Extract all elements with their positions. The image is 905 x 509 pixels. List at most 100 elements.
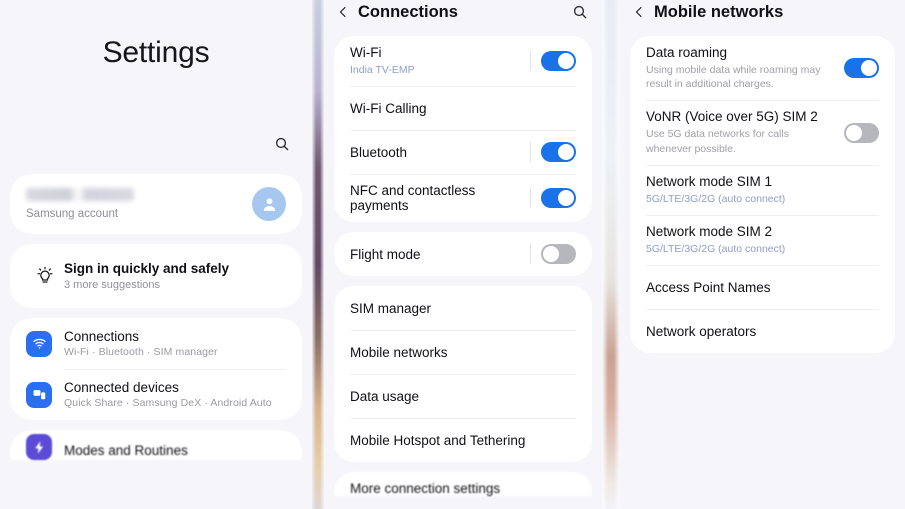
- settings-search-row: [0, 114, 312, 174]
- flight-mode-text: Flight mode: [350, 247, 530, 262]
- list-item-network-operators[interactable]: Network operators: [646, 309, 879, 353]
- list-item-data-usage[interactable]: Data usage: [350, 374, 576, 418]
- list-item-access-point-names[interactable]: Access Point Names: [646, 265, 879, 309]
- vonr-toggle-wrap: [844, 122, 879, 143]
- toggle-knob: [846, 124, 862, 141]
- network-mode-sim1-text: Network mode SIM 1 5G/LTE/3G/2G (auto co…: [646, 174, 879, 206]
- list-item-bluetooth[interactable]: Bluetooth: [350, 130, 576, 174]
- network-operators-text: Network operators: [646, 324, 879, 339]
- list-item-title: Network operators: [646, 323, 757, 339]
- list-item-title: Bluetooth: [350, 144, 408, 160]
- list-item-title: Network mode SIM 2: [646, 223, 773, 239]
- connections-group-1: Wi-Fi India TV-EMP Wi-Fi Calling Bluetoo: [334, 36, 592, 223]
- flight-mode-toggle[interactable]: [541, 244, 576, 265]
- bluetooth-toggle-wrap: [530, 142, 576, 163]
- connections-group-3: SIM manager Mobile networks Data usage M…: [334, 286, 592, 463]
- list-item-sim-manager[interactable]: SIM manager: [350, 286, 576, 330]
- menu-title: Connections: [64, 329, 140, 344]
- list-item-title: NFC and contactless payments: [350, 183, 476, 214]
- account-row[interactable]: Samsung account: [26, 174, 286, 234]
- sidebar-item-modes-and-routines[interactable]: Modes and Routines: [26, 430, 286, 460]
- list-item-subtitle: 5G/LTE/3G/2G (auto connect): [646, 192, 786, 205]
- list-item-nfc[interactable]: NFC and contactless payments: [350, 174, 576, 222]
- page-title: Settings: [102, 36, 210, 69]
- suggestion-card[interactable]: Sign in quickly and safely 3 more sugges…: [10, 244, 302, 308]
- menu-subtitle: Quick Share · Samsung DeX · Android Auto: [64, 397, 272, 409]
- sim-manager-text: SIM manager: [350, 301, 576, 316]
- apn-text: Access Point Names: [646, 280, 879, 295]
- list-item-mobile-networks[interactable]: Mobile networks: [350, 330, 576, 374]
- nfc-toggle-wrap: [530, 188, 576, 209]
- list-item-flight-mode[interactable]: Flight mode: [350, 232, 576, 276]
- list-item-subtitle: 5G/LTE/3G/2G (auto connect): [646, 242, 786, 255]
- nfc-toggle[interactable]: [541, 188, 576, 209]
- avatar[interactable]: [252, 187, 286, 221]
- list-item-subtitle: Using mobile data while roaming may resu…: [646, 64, 821, 91]
- wifi-toggle[interactable]: [541, 51, 576, 72]
- data-roaming-text: Data roaming Using mobile data while roa…: [646, 45, 844, 91]
- mobile-networks-header: Mobile networks: [620, 0, 905, 24]
- sidebar-item-connected-devices[interactable]: Connected devices Quick Share · Samsung …: [26, 369, 286, 420]
- samsung-account-card[interactable]: Samsung account: [10, 174, 302, 234]
- more-connection-settings-text: More connection settings: [350, 481, 576, 496]
- vonr-toggle[interactable]: [844, 122, 879, 143]
- list-item-title: Access Point Names: [646, 279, 771, 295]
- toggle-divider: [530, 244, 531, 265]
- list-item-title: More connection settings: [350, 481, 501, 497]
- connections-group-2: Flight mode: [334, 232, 592, 277]
- menu-title: Modes and Routines: [64, 443, 188, 458]
- toggle-knob: [558, 144, 574, 161]
- account-text: Samsung account: [26, 188, 252, 220]
- mobile-networks-panel: Mobile networks Data roaming Using mobil…: [620, 0, 905, 509]
- wifi-toggle-wrap: [530, 51, 576, 72]
- connections-text: Connections Wi-Fi · Bluetooth · SIM mana…: [64, 329, 218, 358]
- list-item-subtitle: India TV-EMP: [350, 64, 415, 76]
- chevron-left-icon[interactable]: [628, 1, 650, 23]
- list-item-wifi[interactable]: Wi-Fi India TV-EMP: [350, 36, 576, 86]
- data-usage-text: Data usage: [350, 389, 576, 404]
- menu-title: Connected devices: [64, 380, 179, 395]
- list-item-title: Flight mode: [350, 246, 421, 262]
- list-item-network-mode-sim2[interactable]: Network mode SIM 2 5G/LTE/3G/2G (auto co…: [646, 214, 879, 265]
- chevron-left-icon[interactable]: [332, 1, 354, 23]
- toggle-divider: [530, 51, 531, 72]
- bluetooth-toggle[interactable]: [541, 142, 576, 163]
- list-item-title: Network mode SIM 1: [646, 173, 773, 189]
- list-item-mobile-hotspot[interactable]: Mobile Hotspot and Tethering: [350, 418, 576, 462]
- list-item-more-connection-settings[interactable]: More connection settings: [350, 472, 576, 496]
- account-name-redacted: [26, 188, 134, 201]
- person-icon: [263, 197, 275, 211]
- list-item-network-mode-sim1[interactable]: Network mode SIM 1 5G/LTE/3G/2G (auto co…: [646, 164, 879, 215]
- list-item-title: Mobile networks: [350, 344, 448, 360]
- lightbulb-icon: [26, 266, 64, 286]
- toggle-knob: [558, 53, 574, 70]
- suggestion-row[interactable]: Sign in quickly and safely 3 more sugges…: [26, 244, 286, 308]
- mobile-networks-text: Mobile networks: [350, 345, 576, 360]
- connections-title: Connections: [358, 2, 458, 21]
- list-item-vonr-sim2[interactable]: VoNR (Voice over 5G) SIM 2 Use 5G data n…: [646, 100, 879, 164]
- mobile-networks-title: Mobile networks: [654, 2, 784, 21]
- list-item-data-roaming[interactable]: Data roaming Using mobile data while roa…: [646, 36, 879, 100]
- list-item-title: VoNR (Voice over 5G) SIM 2: [646, 109, 818, 125]
- search-icon[interactable]: [572, 4, 588, 20]
- data-roaming-toggle[interactable]: [844, 58, 879, 79]
- wifi-text: Wi-Fi India TV-EMP: [350, 45, 530, 77]
- data-roaming-toggle-wrap: [844, 58, 879, 79]
- connections-header: Connections: [324, 0, 602, 24]
- vonr-text: VoNR (Voice over 5G) SIM 2 Use 5G data n…: [646, 109, 844, 155]
- wifi-calling-text: Wi-Fi Calling: [350, 101, 576, 116]
- suggestion-title: Sign in quickly and safely: [64, 261, 230, 276]
- list-item-wifi-calling[interactable]: Wi-Fi Calling: [350, 86, 576, 130]
- modes-text: Modes and Routines: [64, 443, 188, 460]
- connections-panel: Connections Wi-Fi India TV-EMP Wi-Fi Cal…: [324, 0, 602, 509]
- list-item-title: Data usage: [350, 388, 420, 404]
- search-icon[interactable]: [274, 136, 290, 152]
- sidebar-item-connections[interactable]: Connections Wi-Fi · Bluetooth · SIM mana…: [26, 318, 286, 369]
- panel-divider-left: [312, 0, 324, 509]
- nfc-text: NFC and contactless payments: [350, 183, 530, 213]
- toggle-knob: [543, 246, 559, 263]
- suggestion-subtitle: 3 more suggestions: [64, 279, 160, 291]
- modes-icon: [26, 434, 52, 460]
- list-item-title: Wi-Fi Calling: [350, 100, 427, 116]
- settings-panel: Settings Samsung account Sign in quickly…: [0, 0, 312, 509]
